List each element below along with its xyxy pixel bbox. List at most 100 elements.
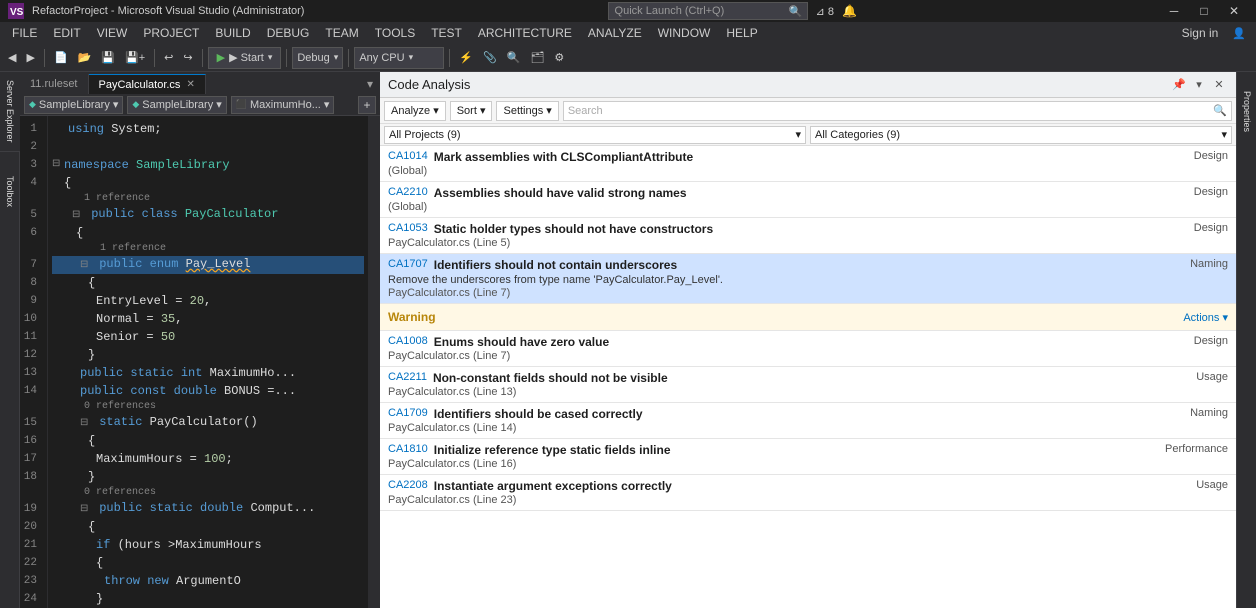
code-line-21: if (hours >MaximumHours bbox=[52, 536, 364, 554]
method-icon: ⬛ bbox=[236, 99, 247, 110]
projects-filter-label: All Projects (9) bbox=[389, 129, 461, 141]
back-button[interactable]: ◀ bbox=[4, 47, 20, 69]
ca-pin-button[interactable]: 📌 bbox=[1170, 76, 1188, 94]
line-1: 1 bbox=[20, 120, 43, 138]
menu-debug[interactable]: DEBUG bbox=[259, 22, 318, 44]
menu-file[interactable]: FILE bbox=[4, 22, 45, 44]
new-project-button[interactable]: 📄 bbox=[50, 47, 72, 69]
ca-search-box[interactable]: Search 🔍 bbox=[563, 101, 1232, 121]
user-account-icon[interactable]: 👤 bbox=[1226, 27, 1252, 40]
toolbar-separator bbox=[44, 49, 45, 67]
ca-item-1053[interactable]: CA1053 Static holder types should not ha… bbox=[380, 218, 1236, 254]
start-button[interactable]: ▶ ▶ Start ▾ bbox=[208, 47, 282, 69]
restore-button[interactable]: □ bbox=[1190, 0, 1218, 22]
vs-logo: VS bbox=[8, 3, 24, 19]
ca-item-1008-header: CA1008 Enums should have zero value Desi… bbox=[388, 335, 1228, 349]
ca-item-2210[interactable]: CA2210 Assemblies should have valid stro… bbox=[380, 182, 1236, 218]
code-line-20: { bbox=[52, 518, 364, 536]
ca-item-2211[interactable]: CA2211 Non-constant fields should not be… bbox=[380, 367, 1236, 403]
menu-view[interactable]: VIEW bbox=[89, 22, 136, 44]
menu-analyze[interactable]: ANALYZE bbox=[580, 22, 650, 44]
editor-tabs: 11.ruleset PayCalculator.cs ✕ ▾ bbox=[20, 72, 380, 94]
minimize-button[interactable]: ─ bbox=[1160, 0, 1188, 22]
ca-item-1709[interactable]: CA1709 Identifiers should be cased corre… bbox=[380, 403, 1236, 439]
save-button[interactable]: 💾 bbox=[97, 47, 119, 69]
undo-button[interactable]: ↩ bbox=[160, 47, 177, 69]
ca-item-1014[interactable]: CA1014 Mark assemblies with CLSCompliant… bbox=[380, 146, 1236, 182]
forward-button[interactable]: ▶ bbox=[22, 47, 38, 69]
analyze-icon[interactable]: 🔍 bbox=[503, 47, 525, 69]
menu-help[interactable]: HELP bbox=[718, 22, 765, 44]
close-button[interactable]: ✕ bbox=[1220, 0, 1248, 22]
ca-loc-1709: PayCalculator.cs (Line 14) bbox=[388, 422, 1228, 434]
line-6: 6 bbox=[20, 224, 43, 242]
tab-menu-button[interactable]: ▾ bbox=[360, 74, 380, 94]
ca-cat-2208: Usage bbox=[1188, 479, 1228, 491]
toolbar-separator-5 bbox=[348, 49, 349, 67]
code-line-1: using System; bbox=[52, 120, 364, 138]
expand-icon-3[interactable]: ⊟ bbox=[52, 156, 64, 174]
line-ref-4 bbox=[20, 486, 43, 500]
toolbox-tab[interactable]: Toolbox bbox=[0, 152, 20, 232]
analyze-button[interactable]: Analyze ▾ bbox=[384, 101, 446, 121]
ca-cat-1707: Naming bbox=[1182, 258, 1228, 270]
perf-icon[interactable]: ⚡ bbox=[455, 47, 477, 69]
class-dropdown[interactable]: ◆ SampleLibrary ▾ bbox=[24, 96, 123, 114]
redo-button[interactable]: ↪ bbox=[179, 47, 196, 69]
code-content[interactable]: using System; ⊟ namespace SampleLibrary … bbox=[48, 116, 368, 608]
toolbar-separator-4 bbox=[286, 49, 287, 67]
debug-mode-dropdown[interactable]: Debug ▾ bbox=[292, 47, 343, 69]
left-sidebar: Server Explorer Toolbox bbox=[0, 72, 20, 608]
menu-architecture[interactable]: ARCHITECTURE bbox=[470, 22, 580, 44]
platform-label: Any CPU bbox=[359, 52, 404, 64]
code-line-6: { bbox=[52, 224, 364, 242]
ca-item-1810[interactable]: CA1810 Initialize reference type static … bbox=[380, 439, 1236, 475]
ca-close-button[interactable]: ✕ bbox=[1210, 76, 1228, 94]
editor-scrollbar[interactable] bbox=[368, 116, 380, 608]
menu-test[interactable]: TEST bbox=[423, 22, 470, 44]
menu-project[interactable]: PROJECT bbox=[135, 22, 207, 44]
server-explorer-tab[interactable]: Server Explorer bbox=[0, 72, 20, 152]
ca-dropdown-button[interactable]: ▾ bbox=[1190, 76, 1208, 94]
ca-desc-2208: Instantiate argument exceptions correctl… bbox=[434, 479, 1188, 493]
tab-paycalculator[interactable]: PayCalculator.cs ✕ bbox=[89, 74, 206, 94]
line-11: 11 bbox=[20, 328, 43, 346]
ca-item-1008[interactable]: CA1008 Enums should have zero value Desi… bbox=[380, 331, 1236, 367]
add-button[interactable]: + bbox=[358, 96, 376, 114]
platform-dropdown[interactable]: Any CPU ▾ bbox=[354, 47, 444, 69]
menu-team[interactable]: TEAM bbox=[317, 22, 366, 44]
categories-filter[interactable]: All Categories (9) ▾ bbox=[810, 126, 1232, 144]
ca-actions-link[interactable]: Actions ▾ bbox=[1183, 311, 1228, 324]
code-line-23: throw new ArgumentO bbox=[52, 572, 364, 590]
notifications-icon[interactable]: 🔔 bbox=[842, 4, 857, 18]
tab-ruleset[interactable]: 11.ruleset bbox=[20, 74, 89, 94]
member-dropdown-2[interactable]: ◆ SampleLibrary ▾ bbox=[127, 96, 226, 114]
titlebar-left: VS RefactorProject - Microsoft Visual St… bbox=[8, 3, 304, 19]
properties-tab[interactable]: Properties bbox=[1237, 72, 1256, 152]
projects-filter[interactable]: All Projects (9) ▾ bbox=[384, 126, 806, 144]
settings-button[interactable]: Settings ▾ bbox=[496, 101, 558, 121]
expand-icon-15[interactable]: ⊟ bbox=[80, 415, 92, 433]
ca-id-1709: CA1709 bbox=[388, 407, 428, 419]
solution-explorer-icon[interactable]: 🗂 bbox=[526, 47, 548, 69]
menu-tools[interactable]: TOOLS bbox=[367, 22, 423, 44]
code-analysis-header: Code Analysis 📌 ▾ ✕ bbox=[380, 72, 1236, 98]
expand-icon-7[interactable]: ⊟ bbox=[80, 257, 92, 275]
signin-button[interactable]: Sign in bbox=[1174, 22, 1227, 44]
menu-build[interactable]: BUILD bbox=[207, 22, 258, 44]
attach-icon[interactable]: 📎 bbox=[479, 47, 501, 69]
expand-icon-5[interactable]: ⊟ bbox=[72, 207, 84, 225]
ca-item-1707[interactable]: CA1707 Identifiers should not contain un… bbox=[380, 254, 1236, 304]
sort-button[interactable]: Sort ▾ bbox=[450, 101, 493, 121]
quick-launch-input[interactable]: Quick Launch (Ctrl+Q) bbox=[609, 5, 785, 17]
props-icon[interactable]: ⚙ bbox=[550, 47, 568, 69]
ca-item-2208[interactable]: CA2208 Instantiate argument exceptions c… bbox=[380, 475, 1236, 511]
tab-close-icon[interactable]: ✕ bbox=[186, 79, 194, 90]
menu-edit[interactable]: EDIT bbox=[45, 22, 88, 44]
open-button[interactable]: 📂 bbox=[74, 47, 96, 69]
expand-icon-19[interactable]: ⊟ bbox=[80, 501, 92, 519]
method-dropdown[interactable]: ⬛ MaximumHo... ▾ bbox=[231, 96, 335, 114]
menu-window[interactable]: WINDOW bbox=[650, 22, 719, 44]
save-all-button[interactable]: 💾+ bbox=[121, 47, 149, 69]
debug-mode-label: Debug bbox=[297, 52, 329, 64]
